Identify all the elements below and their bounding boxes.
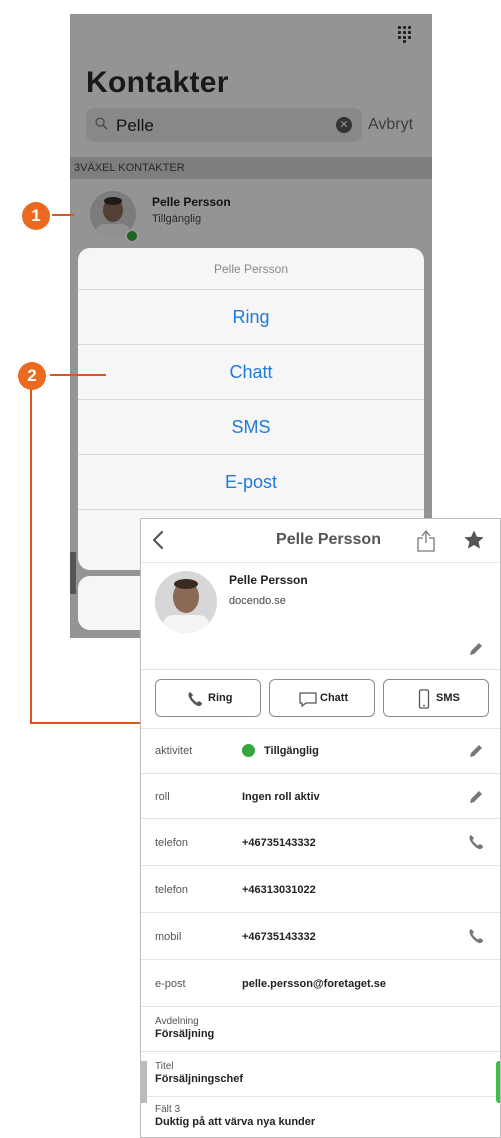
contact-detail-screen: Pelle Persson Pelle Persson docendo.se R…	[140, 518, 501, 1138]
field-row-roll[interactable]: roll Ingen roll aktiv	[141, 774, 500, 818]
nav-title: Pelle Persson	[276, 531, 381, 548]
field-row-aktivitet[interactable]: aktivitet Tillgänglig	[141, 729, 500, 773]
pencil-icon[interactable]	[468, 789, 484, 805]
field-value: Tillgänglig	[264, 745, 319, 757]
field-value: +46735143332	[242, 931, 316, 943]
profile-organization: docendo.se	[229, 595, 286, 607]
nav-bar: Pelle Persson	[141, 519, 500, 563]
phone-edge	[70, 552, 76, 594]
phone-icon	[188, 692, 202, 707]
field-row-mobil[interactable]: mobil +46735143332	[141, 913, 500, 959]
action-sms[interactable]: SMS	[78, 400, 424, 455]
field-key: Titel	[155, 1061, 174, 1072]
field-row-avdelning[interactable]: Avdelning Försäljning	[141, 1007, 500, 1051]
pencil-icon[interactable]	[468, 641, 484, 657]
field-row-telefon-2[interactable]: telefon +46313031022	[141, 866, 500, 912]
field-key: Fält 3	[155, 1104, 181, 1115]
tutorial-composite: Kontakter Pelle ✕ Avbryt 3VÄXEL KONTAKTE…	[0, 0, 501, 1138]
callout-2-line	[30, 388, 32, 724]
sms-button-label: SMS	[436, 692, 460, 704]
divider	[141, 669, 500, 670]
field-key: roll	[155, 791, 170, 803]
action-epost[interactable]: E-post	[78, 455, 424, 510]
field-value: Duktig på att värva nya kunder	[155, 1116, 316, 1128]
avatar	[155, 571, 217, 633]
field-key: Avdelning	[155, 1016, 199, 1027]
callout-badge-2: 2	[18, 362, 46, 390]
action-ring[interactable]: Ring	[78, 290, 424, 345]
field-value: +46313031022	[242, 884, 316, 896]
profile-name: Pelle Persson	[229, 573, 308, 587]
sms-button[interactable]: SMS	[383, 679, 489, 717]
field-key: e-post	[155, 978, 186, 990]
callout-2-line	[50, 374, 106, 376]
field-key: telefon	[155, 884, 189, 896]
field-value: Försäljningschef	[155, 1073, 244, 1085]
phone-icon[interactable]	[467, 833, 485, 851]
ring-button[interactable]: Ring	[155, 679, 261, 717]
field-row-falt-3[interactable]: Fält 3 Duktig på att värva nya kunder	[141, 1097, 500, 1137]
action-sheet-title: Pelle Persson	[78, 248, 424, 290]
share-icon[interactable]	[415, 527, 437, 553]
ring-button-label: Ring	[208, 692, 233, 704]
callout-badge-1: 1	[22, 202, 50, 230]
chatt-button[interactable]: Chatt	[269, 679, 375, 717]
status-dot	[242, 744, 255, 757]
action-chatt[interactable]: Chatt	[78, 345, 424, 400]
field-value: +46735143332	[242, 837, 316, 849]
scroll-handle-right[interactable]	[496, 1061, 500, 1103]
scroll-handle-left	[141, 1061, 147, 1103]
field-value: Ingen roll aktiv	[242, 791, 320, 803]
field-key: aktivitet	[155, 745, 193, 757]
field-key: mobil	[155, 931, 182, 943]
field-key: telefon	[155, 837, 189, 849]
field-value: pelle.persson@foretaget.se	[242, 978, 386, 990]
chatt-button-label: Chatt	[320, 692, 349, 704]
star-icon[interactable]	[463, 529, 485, 551]
field-row-titel[interactable]: Titel Försäljningschef	[141, 1052, 500, 1096]
field-value: Försäljning	[155, 1028, 215, 1040]
phone-icon[interactable]	[467, 927, 485, 945]
callout-1-line	[52, 214, 74, 216]
field-row-telefon-1[interactable]: telefon +46735143332	[141, 819, 500, 865]
chat-bubble-icon	[299, 692, 317, 708]
mobile-phone-icon	[418, 689, 430, 709]
field-row-epost[interactable]: e-post pelle.persson@foretaget.se	[141, 960, 500, 1006]
pencil-icon[interactable]	[468, 743, 484, 759]
